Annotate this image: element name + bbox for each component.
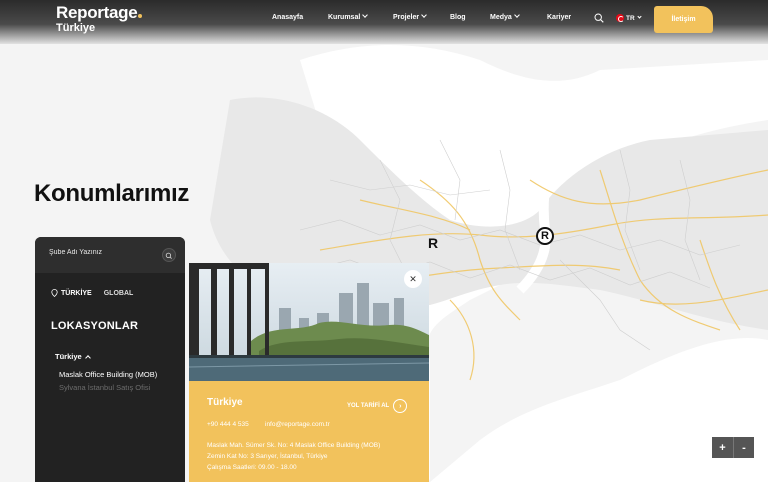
location-list: Maslak Office Building (MOB) Sylvana İst… bbox=[59, 368, 159, 394]
chevron-down-icon bbox=[513, 12, 520, 18]
nav-item-projeler[interactable]: Projeler bbox=[393, 12, 427, 21]
building-photo bbox=[189, 263, 429, 381]
address-block: Maslak Mah. Sümer Sk. No: 4 Maslak Offic… bbox=[207, 440, 417, 473]
nav-item-medya[interactable]: Medya bbox=[490, 12, 520, 21]
logo-main-text: Reportage bbox=[56, 3, 138, 22]
reportage-logo[interactable]: Reportage Türkiye bbox=[56, 3, 143, 34]
zoom-out-button[interactable]: - bbox=[733, 437, 754, 458]
search-button[interactable] bbox=[162, 248, 176, 262]
branch-search-input[interactable] bbox=[49, 249, 159, 256]
tab-label: TÜRKİYE bbox=[61, 289, 92, 297]
nav-item-blog[interactable]: Blog bbox=[450, 14, 466, 21]
country-toggle[interactable]: Türkiye bbox=[55, 352, 91, 361]
location-item-maslak[interactable]: Maslak Office Building (MOB) bbox=[59, 368, 159, 381]
nav-item-anasayfa[interactable]: Anasayfa bbox=[272, 14, 303, 21]
nav-item-kurumsal[interactable]: Kurumsal bbox=[328, 12, 369, 21]
phone-link[interactable]: +90 444 4 535 bbox=[207, 421, 249, 428]
language-selector[interactable]: TR bbox=[616, 13, 642, 22]
directions-link[interactable]: YOL TARİFİ AL › bbox=[347, 399, 408, 413]
contact-button[interactable]: İletişim bbox=[654, 6, 713, 33]
location-item-sylvana[interactable]: Sylvana İstanbul Satış Ofisi bbox=[59, 381, 159, 394]
map-marker-selected[interactable]: R bbox=[536, 227, 554, 245]
working-hours: Çalışma Saatleri: 09.00 - 18.00 bbox=[207, 464, 297, 471]
country-label: Türkiye bbox=[55, 352, 82, 361]
zoom-in-button[interactable]: + bbox=[712, 437, 733, 458]
chevron-down-icon bbox=[421, 12, 427, 18]
map-zoom-controls: + - bbox=[712, 437, 754, 458]
card-info-section: Türkiye YOL TARİFİ AL › +90 444 4 535 in… bbox=[189, 381, 429, 482]
address-line: Zemin Kat No: 3 Sarıyer, İstanbul, Türki… bbox=[207, 453, 328, 460]
nav-label: Medya bbox=[490, 14, 512, 21]
page-title: Konumlarımız bbox=[34, 180, 190, 207]
nav-label: Kurumsal bbox=[328, 14, 361, 21]
address-line: Maslak Mah. Sümer Sk. No: 4 Maslak Offic… bbox=[207, 442, 381, 449]
map-marker[interactable]: R bbox=[428, 235, 438, 251]
marker-label: R bbox=[428, 235, 439, 251]
tab-label: GLOBAL bbox=[103, 289, 134, 297]
tab-global[interactable]: GLOBAL bbox=[104, 289, 134, 297]
chevron-down-icon bbox=[362, 12, 369, 18]
turkey-flag-icon bbox=[616, 14, 624, 22]
chevron-right-icon: › bbox=[393, 399, 408, 413]
nav-label: Anasayfa bbox=[272, 14, 304, 21]
tab-turkiye[interactable]: TÜRKİYE bbox=[51, 289, 92, 297]
nav-label: Projeler bbox=[393, 14, 420, 21]
location-pin-icon bbox=[51, 289, 58, 297]
location-panel: TÜRKİYE GLOBAL LOKASYONLAR Türkiye Masla… bbox=[35, 237, 185, 482]
branch-search-box bbox=[35, 237, 185, 273]
search-icon bbox=[165, 252, 172, 259]
logo-sub-text: Türkiye bbox=[56, 22, 96, 34]
site-header: Reportage Türkiye Anasayfa Kurumsal Proj… bbox=[0, 0, 768, 44]
logo-dot-icon bbox=[138, 14, 143, 18]
marker-label: R bbox=[541, 230, 549, 242]
nav-label: Kariyer bbox=[547, 14, 572, 21]
card-title: Türkiye bbox=[207, 397, 243, 408]
location-info-card: Türkiye YOL TARİFİ AL › +90 444 4 535 in… bbox=[189, 263, 429, 482]
nav-label: Blog bbox=[450, 14, 466, 21]
search-icon[interactable] bbox=[594, 13, 604, 23]
nav-item-kariyer[interactable]: Kariyer bbox=[547, 14, 571, 21]
directions-label: YOL TARİFİ AL bbox=[347, 403, 390, 409]
close-icon[interactable]: ✕ bbox=[404, 270, 422, 288]
region-tabs: TÜRKİYE GLOBAL bbox=[51, 289, 133, 297]
chevron-up-icon bbox=[84, 354, 91, 361]
chevron-down-icon bbox=[637, 13, 642, 19]
language-label: TR bbox=[626, 14, 635, 22]
email-link[interactable]: info@reportage.com.tr bbox=[265, 421, 330, 428]
locations-heading: LOKASYONLAR bbox=[51, 320, 139, 332]
